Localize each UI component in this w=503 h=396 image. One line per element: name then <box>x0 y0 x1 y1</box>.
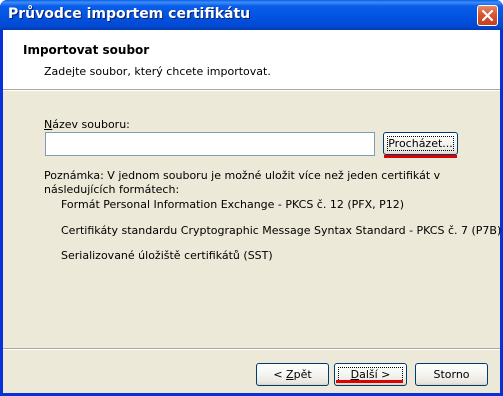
browse-button[interactable]: Procházet... <box>383 132 458 155</box>
header-divider <box>3 89 500 91</box>
close-x-icon <box>482 10 493 21</box>
back-button-mnemonic: Z <box>286 368 294 381</box>
back-button[interactable]: < Zpět <box>256 363 329 386</box>
format-item-p7b: Certifikáty standardu Cryptographic Mess… <box>61 224 502 237</box>
close-button[interactable] <box>477 5 498 26</box>
back-button-label: pět <box>293 368 312 381</box>
file-name-label: Název souboru: <box>44 118 130 131</box>
browse-highlight-underline <box>384 155 457 158</box>
file-name-input[interactable] <box>45 132 375 156</box>
next-highlight-underline <box>336 380 403 383</box>
title-bar[interactable]: Průvodce importem certifikátu <box>0 0 503 30</box>
import-wizard-window: Průvodce importem certifikátu Importovat… <box>0 0 503 396</box>
file-name-label-text: ázev souboru: <box>52 118 130 131</box>
cancel-button[interactable]: Storno <box>415 363 488 386</box>
format-item-pfx: Formát Personal Information Exchange - P… <box>61 198 405 211</box>
window-title: Průvodce importem certifikátu <box>8 6 251 22</box>
note-text: Poznámka: V jednom souboru je možné ulož… <box>44 169 441 196</box>
wizard-header: Importovat soubor Zadejte soubor, který … <box>3 30 500 89</box>
browse-focus-ring <box>387 136 454 151</box>
page-subtitle: Zadejte soubor, který chcete importovat. <box>44 65 271 78</box>
format-item-sst: Serializované úložiště certifikátů (SST) <box>61 249 273 262</box>
footer-divider <box>3 348 500 350</box>
back-button-prefix: < <box>273 368 287 381</box>
dialog-client-area: Importovat soubor Zadejte soubor, který … <box>3 30 502 393</box>
page-title: Importovat soubor <box>23 43 150 57</box>
file-name-label-mnemonic: N <box>44 118 53 131</box>
